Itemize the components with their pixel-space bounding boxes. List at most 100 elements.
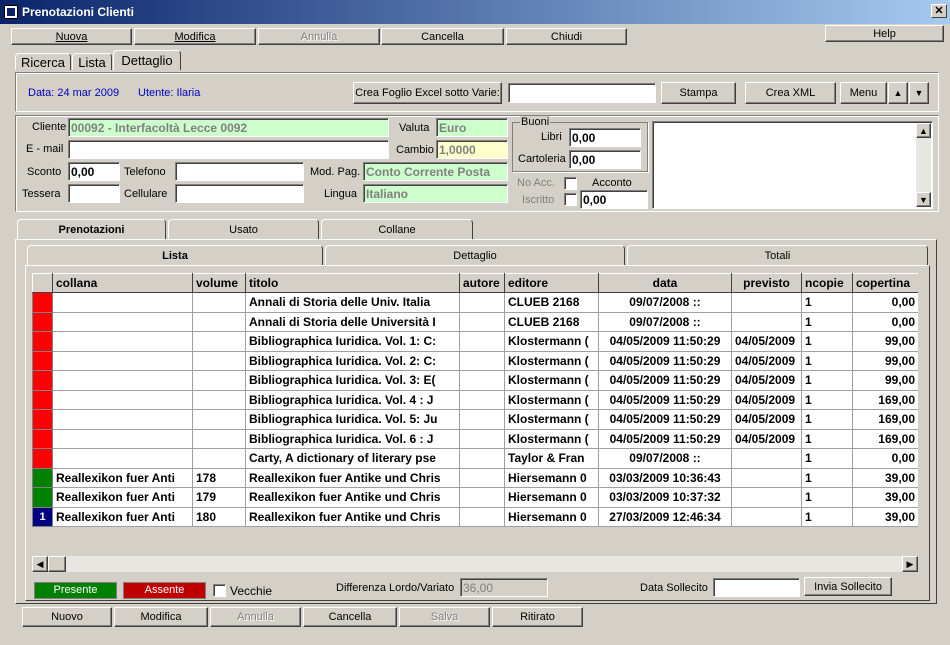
tab-collane[interactable]: Collane (321, 219, 473, 239)
table-row[interactable]: Bibliographica Iuridica. Vol. 1: C: Klost… (32, 331, 918, 352)
cell-data[interactable]: 04/05/2009 11:50:29 (598, 331, 732, 352)
iscritto-checkbox[interactable] (564, 193, 577, 206)
cliente-field[interactable]: 00092 - Interfacoltà Lecce 0092 (68, 118, 389, 137)
cell-collana[interactable] (52, 429, 193, 449)
cell-ncopie[interactable]: 1 (801, 312, 853, 332)
cell-volume[interactable]: 179 (192, 487, 246, 508)
notes-textarea[interactable] (652, 121, 933, 209)
cell-editore[interactable]: Klostermann ( (504, 331, 599, 352)
cell-volume[interactable] (192, 429, 246, 449)
table-row[interactable]: Bibliographica Iuridica. Vol. 6 : J Klost… (32, 428, 918, 449)
cell-editore[interactable]: Klostermann ( (504, 390, 599, 410)
up-arrow-icon[interactable]: ▲ (888, 82, 908, 104)
cell-data[interactable]: 09/07/2008 :: (598, 292, 732, 313)
cell-collana[interactable] (52, 331, 193, 352)
cell-copertina[interactable]: 99,00 (852, 351, 918, 371)
cell-data[interactable]: 03/03/2009 10:37:32 (598, 487, 732, 508)
cell-collana[interactable]: Reallexikon fuer Anti (52, 507, 193, 527)
cell-previsto[interactable] (731, 468, 802, 488)
cell-previsto[interactable]: 04/05/2009 (731, 351, 802, 371)
annulla-button[interactable]: Annulla (258, 28, 380, 45)
cell-autore[interactable] (459, 409, 505, 430)
annulla-bottom-button[interactable]: Annulla (210, 607, 301, 627)
invia-sollecito-button[interactable]: Invia Sollecito (804, 577, 892, 596)
cell-editore[interactable]: Hiersemann 0 (504, 507, 599, 527)
cell-data[interactable]: 03/03/2009 10:36:43 (598, 468, 732, 488)
table-row[interactable]: Bibliographica Iuridica. Vol. 5: Ju Klost… (32, 409, 918, 430)
cell-titolo[interactable]: Reallexikon fuer Antike und Chris (245, 468, 460, 488)
cell-ncopie[interactable]: 1 (801, 507, 853, 527)
cell-collana[interactable] (52, 448, 193, 469)
header-collana[interactable]: collana (52, 273, 193, 293)
tab-dettaglio[interactable]: Dettaglio (113, 50, 181, 70)
cell-copertina[interactable]: 169,00 (852, 409, 918, 430)
cell-volume[interactable] (192, 312, 246, 332)
modpag-field[interactable]: Conto Corrente Posta (363, 162, 508, 181)
cell-ncopie[interactable]: 1 (801, 409, 853, 430)
table-row[interactable]: Reallexikon fuer Anti 179 Reallexikon fuer… (32, 487, 918, 508)
differenza-field[interactable]: 36,00 (460, 578, 548, 597)
email-field[interactable] (68, 140, 389, 159)
cell-titolo[interactable]: Bibliographica Iuridica. Vol. 3: E( (245, 370, 460, 391)
cell-data[interactable]: 04/05/2009 11:50:29 (598, 351, 732, 371)
cell-collana[interactable] (52, 292, 193, 313)
cell-previsto[interactable] (731, 292, 802, 313)
table-row[interactable]: Bibliographica Iuridica. Vol. 3: E(Klost… (32, 370, 918, 391)
cell-copertina[interactable]: 169,00 (852, 390, 918, 410)
cell-copertina[interactable]: 39,00 (852, 468, 918, 488)
cell-autore[interactable] (459, 292, 505, 313)
cell-previsto[interactable]: 04/05/2009 (731, 409, 802, 430)
cell-autore[interactable] (459, 390, 505, 410)
crea-xml-button[interactable]: Crea XML (745, 82, 836, 104)
scroll-right-icon[interactable]: ▶ (902, 556, 918, 572)
cell-volume[interactable]: 180 (192, 507, 246, 527)
telefono-field[interactable] (175, 162, 304, 181)
salva-button[interactable]: Salva (399, 607, 490, 627)
table-row[interactable]: Reallexikon fuer Anti 178 Reallexikon fuer… (32, 467, 918, 488)
cell-volume[interactable] (192, 370, 246, 391)
cell-titolo[interactable]: Bibliographica Iuridica. Vol. 1: C: (245, 331, 460, 352)
cell-titolo[interactable]: Reallexikon fuer Antike und Chris (245, 507, 460, 527)
cell-titolo[interactable]: Bibliographica Iuridica. Vol. 6 : J (245, 429, 460, 449)
cell-collana[interactable]: Reallexikon fuer Anti (52, 468, 193, 488)
cell-volume[interactable]: 178 (192, 468, 246, 488)
tessera-field[interactable] (68, 184, 120, 203)
vecchie-checkbox[interactable] (213, 584, 226, 597)
cell-copertina[interactable]: 39,00 (852, 507, 918, 527)
scroll-thumb[interactable] (48, 556, 66, 572)
scroll-left-icon[interactable]: ◀ (32, 556, 48, 572)
down-arrow-icon[interactable]: ▼ (909, 82, 929, 104)
cell-copertina[interactable]: 0,00 (852, 312, 918, 332)
cell-autore[interactable] (459, 448, 505, 469)
cell-previsto[interactable]: 04/05/2009 (731, 390, 802, 410)
cellulare-field[interactable] (175, 184, 304, 203)
cell-autore[interactable] (459, 312, 505, 332)
cell-collana[interactable]: Reallexikon fuer Anti (52, 487, 193, 508)
cell-data[interactable]: 04/05/2009 11:50:29 (598, 390, 732, 410)
table-row[interactable]: Carty, A dictionary of literary pse Taylo… (32, 448, 918, 469)
cell-data[interactable]: 04/05/2009 11:50:29 (598, 429, 732, 449)
cell-collana[interactable] (52, 370, 193, 391)
cell-editore[interactable]: Klostermann ( (504, 351, 599, 371)
stampa-button[interactable]: Stampa (661, 82, 736, 104)
cell-autore[interactable] (459, 429, 505, 449)
cell-volume[interactable] (192, 448, 246, 469)
table-row[interactable]: Bibliographica Iuridica. Vol. 4 : J Klost… (32, 389, 918, 410)
tab-prenotazioni[interactable]: Prenotazioni (17, 219, 166, 240)
cell-ncopie[interactable]: 1 (801, 370, 853, 391)
close-button[interactable]: ✕ (931, 4, 947, 18)
ritirato-button[interactable]: Ritirato (492, 607, 583, 627)
cell-previsto[interactable] (731, 487, 802, 508)
sconto-field[interactable]: 0,00 (68, 162, 120, 181)
scroll-down-icon[interactable]: ▼ (916, 192, 931, 207)
cell-autore[interactable] (459, 331, 505, 352)
cell-volume[interactable] (192, 409, 246, 430)
tab-ricerca[interactable]: Ricerca (15, 53, 71, 70)
cell-ncopie[interactable]: 1 (801, 351, 853, 371)
cell-titolo[interactable]: Annali di Storia delle Univ. Italia (245, 292, 460, 313)
cell-collana[interactable] (52, 351, 193, 371)
cell-copertina[interactable]: 169,00 (852, 429, 918, 449)
cell-volume[interactable] (192, 292, 246, 313)
cell-ncopie[interactable]: 1 (801, 390, 853, 410)
scroll-up-icon[interactable]: ▲ (916, 123, 931, 138)
